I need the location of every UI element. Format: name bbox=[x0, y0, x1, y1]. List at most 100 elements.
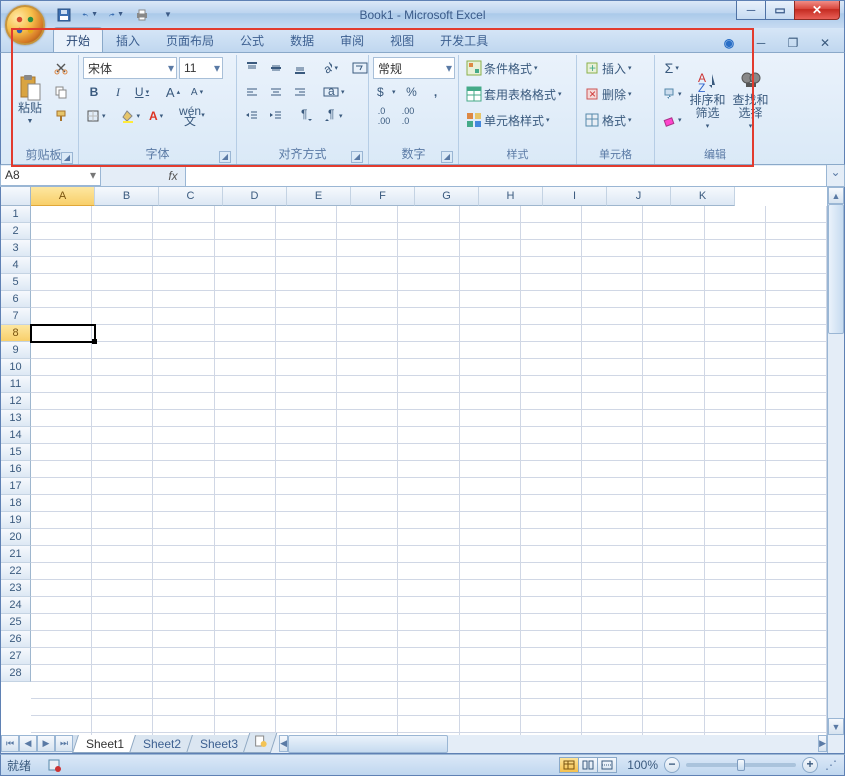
row-header[interactable]: 20 bbox=[1, 529, 31, 546]
cell[interactable] bbox=[215, 427, 276, 444]
cell[interactable] bbox=[460, 223, 521, 240]
merge-center-button[interactable]: a▾ bbox=[320, 81, 348, 103]
cell[interactable] bbox=[276, 631, 337, 648]
cell[interactable] bbox=[582, 529, 643, 546]
cell[interactable] bbox=[521, 359, 582, 376]
sheet-first-button[interactable]: ⏮ bbox=[1, 735, 19, 752]
cell[interactable] bbox=[582, 308, 643, 325]
cell[interactable] bbox=[31, 665, 92, 682]
cell[interactable] bbox=[582, 478, 643, 495]
align-right-button[interactable] bbox=[289, 81, 311, 103]
cell[interactable] bbox=[705, 631, 766, 648]
cell[interactable] bbox=[766, 478, 827, 495]
cell[interactable] bbox=[766, 648, 827, 665]
cell[interactable] bbox=[398, 257, 459, 274]
cell[interactable] bbox=[215, 342, 276, 359]
cell[interactable] bbox=[92, 648, 153, 665]
cell[interactable] bbox=[398, 682, 459, 699]
dialog-launcher-icon[interactable]: ◢ bbox=[351, 151, 363, 163]
cell[interactable] bbox=[582, 461, 643, 478]
cell[interactable] bbox=[766, 529, 827, 546]
scroll-right-button[interactable]: ▶ bbox=[818, 735, 827, 752]
increase-indent-button[interactable] bbox=[265, 105, 287, 127]
cell[interactable] bbox=[460, 699, 521, 716]
cell[interactable] bbox=[153, 223, 214, 240]
cell[interactable] bbox=[398, 614, 459, 631]
cell[interactable] bbox=[582, 274, 643, 291]
cell[interactable] bbox=[398, 461, 459, 478]
cell[interactable] bbox=[31, 682, 92, 699]
cell[interactable] bbox=[398, 427, 459, 444]
mdi-minimize-icon[interactable]: ─ bbox=[750, 32, 772, 54]
cell[interactable] bbox=[276, 393, 337, 410]
resize-grip-icon[interactable]: ⋰ bbox=[824, 758, 838, 772]
cell[interactable] bbox=[398, 444, 459, 461]
cut-button[interactable] bbox=[50, 57, 72, 79]
quick-print-icon[interactable] bbox=[131, 6, 153, 24]
cell[interactable] bbox=[766, 342, 827, 359]
cell[interactable] bbox=[705, 274, 766, 291]
cell[interactable] bbox=[398, 342, 459, 359]
cell[interactable] bbox=[31, 359, 92, 376]
cell[interactable] bbox=[460, 308, 521, 325]
cell[interactable] bbox=[766, 699, 827, 716]
conditional-formatting-button[interactable]: 条件格式▾ bbox=[463, 57, 573, 79]
cell[interactable] bbox=[460, 376, 521, 393]
cell[interactable] bbox=[92, 376, 153, 393]
cell[interactable] bbox=[766, 325, 827, 342]
cell[interactable] bbox=[398, 648, 459, 665]
cell[interactable] bbox=[766, 546, 827, 563]
cell[interactable] bbox=[521, 614, 582, 631]
cell[interactable] bbox=[337, 716, 398, 733]
column-header[interactable]: C bbox=[159, 187, 223, 206]
row-header[interactable]: 3 bbox=[1, 240, 31, 257]
cell[interactable] bbox=[705, 257, 766, 274]
cell[interactable] bbox=[705, 597, 766, 614]
fill-handle[interactable] bbox=[92, 339, 97, 344]
format-as-table-button[interactable]: 套用表格格式▾ bbox=[463, 83, 573, 105]
cell[interactable] bbox=[337, 631, 398, 648]
row-header[interactable]: 8 bbox=[1, 325, 31, 342]
cell[interactable] bbox=[276, 274, 337, 291]
cell[interactable] bbox=[460, 393, 521, 410]
cell[interactable] bbox=[276, 665, 337, 682]
cell[interactable] bbox=[31, 444, 92, 461]
cell[interactable] bbox=[215, 240, 276, 257]
cell[interactable] bbox=[521, 682, 582, 699]
fill-color-button[interactable]: ▾ bbox=[118, 105, 144, 127]
cell[interactable] bbox=[582, 631, 643, 648]
cell[interactable] bbox=[337, 478, 398, 495]
cell[interactable] bbox=[398, 240, 459, 257]
cell[interactable] bbox=[582, 359, 643, 376]
cell[interactable] bbox=[643, 206, 704, 223]
cell[interactable] bbox=[215, 444, 276, 461]
tab-pagelayout[interactable]: 页面布局 bbox=[153, 27, 227, 52]
cell[interactable] bbox=[153, 376, 214, 393]
tab-developer[interactable]: 开发工具 bbox=[427, 27, 501, 52]
cell[interactable] bbox=[521, 495, 582, 512]
cell[interactable] bbox=[337, 495, 398, 512]
cell[interactable] bbox=[337, 461, 398, 478]
column-header[interactable]: I bbox=[543, 187, 607, 206]
cell[interactable] bbox=[276, 206, 337, 223]
cell[interactable] bbox=[460, 580, 521, 597]
cell[interactable] bbox=[337, 529, 398, 546]
cell[interactable] bbox=[276, 597, 337, 614]
cell[interactable] bbox=[398, 376, 459, 393]
mdi-restore-icon[interactable]: ❐ bbox=[782, 32, 804, 54]
cell[interactable] bbox=[766, 682, 827, 699]
cell[interactable] bbox=[643, 716, 704, 733]
cell[interactable] bbox=[643, 342, 704, 359]
cell[interactable] bbox=[92, 206, 153, 223]
cell[interactable] bbox=[337, 648, 398, 665]
close-button[interactable]: ✕ bbox=[794, 1, 840, 20]
page-layout-view-button[interactable] bbox=[578, 757, 598, 773]
cell[interactable] bbox=[92, 580, 153, 597]
cell[interactable] bbox=[215, 699, 276, 716]
cell[interactable] bbox=[215, 206, 276, 223]
cell[interactable] bbox=[460, 461, 521, 478]
bold-button[interactable]: B bbox=[83, 81, 105, 103]
page-break-view-button[interactable] bbox=[597, 757, 617, 773]
cell[interactable] bbox=[643, 359, 704, 376]
cell[interactable] bbox=[31, 529, 92, 546]
